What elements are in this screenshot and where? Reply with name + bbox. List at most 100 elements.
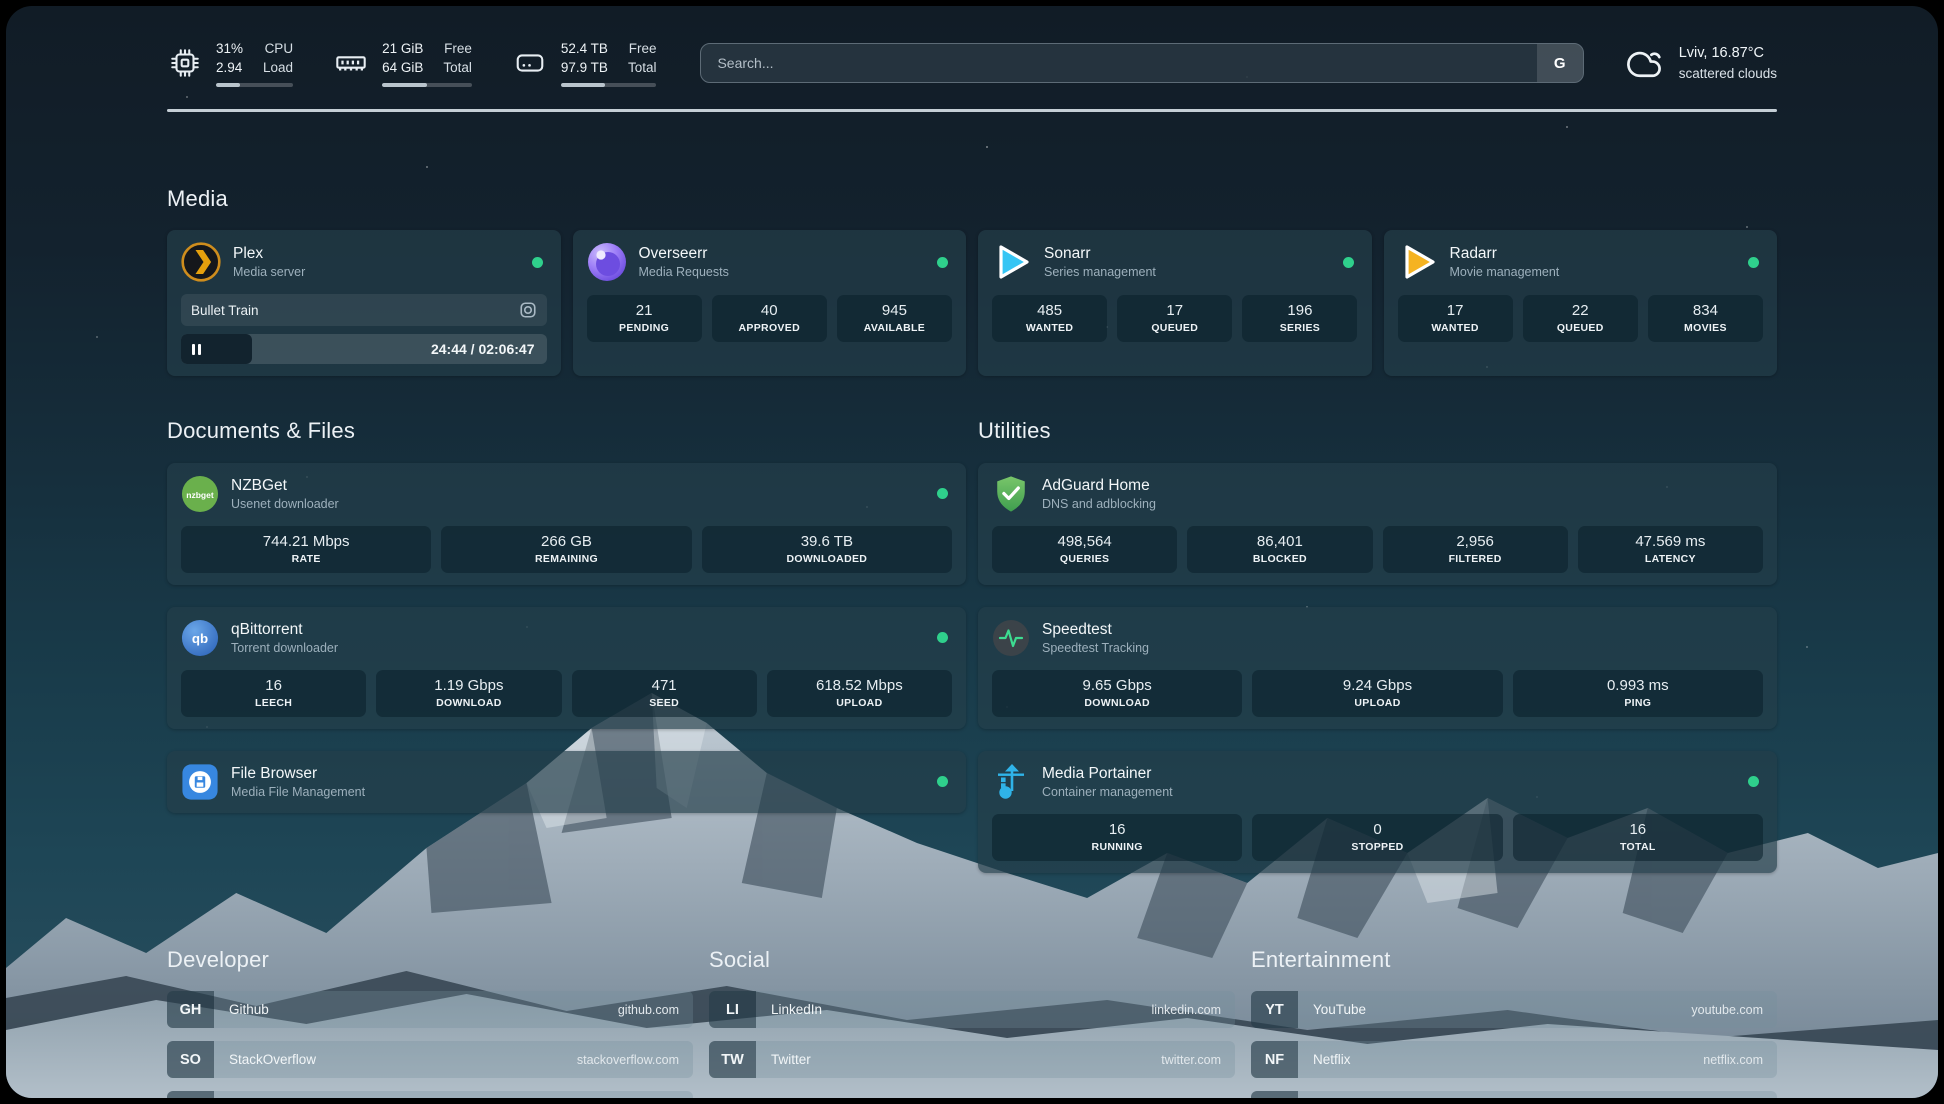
stat-value: 21: [591, 302, 698, 319]
bookmark-youtube[interactable]: YT YouTube youtube.com: [1251, 991, 1777, 1028]
stat-block: 22 QUEUED: [1523, 295, 1638, 342]
bookmark-reddit[interactable]: RE Reddit reddit.com: [1251, 1091, 1777, 1098]
service-title: Sonarr: [1044, 245, 1156, 263]
stat-value: 485: [996, 302, 1103, 319]
stat-block: 945 AVAILABLE: [837, 295, 952, 342]
cpu-icon: [167, 45, 203, 81]
bookmark-url: youtube.com: [1691, 991, 1777, 1028]
stat-block: 618.52 Mbps UPLOAD: [767, 670, 952, 717]
filebrowser-icon: [181, 763, 219, 801]
stat-value: 1.19 Gbps: [380, 677, 557, 694]
bookmark-url: linkedin.com: [1152, 991, 1235, 1028]
weather-location: Lviv, 16.87°C: [1679, 43, 1777, 64]
plex-icon: [181, 242, 221, 282]
stat-block: 485 WANTED: [992, 295, 1107, 342]
memory-total-value: 64 GiB: [382, 59, 423, 78]
status-dot: [1343, 257, 1354, 268]
card-portainer[interactable]: Media Portainer Container management 16 …: [978, 751, 1777, 873]
bookmark-abbr: SO: [167, 1041, 214, 1078]
stat-value: 471: [576, 677, 753, 694]
bookmark-name: Github: [214, 991, 269, 1028]
stat-block: 1.19 Gbps DOWNLOAD: [376, 670, 561, 717]
status-dot: [937, 632, 948, 643]
card-speedtest[interactable]: Speedtest Speedtest Tracking 9.65 Gbps D…: [978, 607, 1777, 729]
bookmark-name: StackOverflow: [214, 1041, 316, 1078]
stat-block: 86,401 BLOCKED: [1187, 526, 1372, 573]
card-plex[interactable]: Plex Media server Bullet Train: [167, 230, 561, 376]
bookmark-linkedin[interactable]: LI LinkedIn linkedin.com: [709, 991, 1235, 1028]
stat-block: 17 QUEUED: [1117, 295, 1232, 342]
view-media-icon[interactable]: [519, 301, 537, 319]
card-nzbget[interactable]: nzbget NZBGet Usenet downloader 74: [167, 463, 966, 585]
stat-label: STOPPED: [1256, 841, 1498, 853]
service-description: Container management: [1042, 785, 1173, 799]
stat-block: 0.993 ms PING: [1513, 670, 1763, 717]
memory-label-top: Free: [443, 40, 472, 59]
stat-block: 47.569 ms LATENCY: [1578, 526, 1763, 573]
stat-value: 266 GB: [445, 533, 687, 550]
stat-label: REMAINING: [445, 553, 687, 565]
memory-label-bottom: Total: [443, 59, 472, 78]
cpu-widget: 31% 2.94 CPU Load: [167, 40, 293, 87]
service-title: Overseerr: [639, 245, 729, 263]
bookmark-url: twitter.com: [1161, 1041, 1235, 1078]
bookmark-twitter[interactable]: TW Twitter twitter.com: [709, 1041, 1235, 1078]
search-input[interactable]: [701, 44, 1536, 82]
stat-value: 196: [1246, 302, 1353, 319]
adguard-icon: [992, 475, 1030, 513]
card-overseerr[interactable]: Overseerr Media Requests 21 PENDING 40 A…: [573, 230, 967, 376]
stat-value: 86,401: [1191, 533, 1368, 550]
stat-block: 17 WANTED: [1398, 295, 1513, 342]
cpu-load-value: 2.94: [216, 59, 243, 78]
stat-value: 47.569 ms: [1582, 533, 1759, 550]
bookmark-abbr: TW: [709, 1041, 756, 1078]
stat-value: 16: [1517, 821, 1759, 838]
bookmark-dev[interactable]: DT DEV dev.to: [167, 1091, 693, 1098]
stat-label: FILTERED: [1387, 553, 1564, 565]
card-adguard[interactable]: AdGuard Home DNS and adblocking 498,564 …: [978, 463, 1777, 585]
weather-widget: Lviv, 16.87°C scattered clouds: [1624, 43, 1777, 84]
search-provider-button[interactable]: G: [1537, 44, 1583, 82]
resource-widgets: 31% 2.94 CPU Load: [167, 40, 656, 87]
stat-block: 16 TOTAL: [1513, 814, 1763, 861]
bookmark-url: stackoverflow.com: [577, 1041, 693, 1078]
stat-block: 21 PENDING: [587, 295, 702, 342]
stat-block: 744.21 Mbps RATE: [181, 526, 431, 573]
bookmark-github[interactable]: GH Github github.com: [167, 991, 693, 1028]
stat-label: RATE: [185, 553, 427, 565]
cpu-usage-value: 31%: [216, 40, 243, 59]
stat-label: MOVIES: [1652, 322, 1759, 334]
section-title-media: Media: [167, 186, 1777, 212]
disk-widget: 52.4 TB 97.9 TB Free Total: [512, 40, 657, 87]
service-description: Movie management: [1450, 265, 1560, 279]
stat-value: 498,564: [996, 533, 1173, 550]
service-description: Speedtest Tracking: [1042, 641, 1149, 655]
stat-block: 498,564 QUERIES: [992, 526, 1177, 573]
card-qbittorrent[interactable]: qb qBittorrent Torrent downloader: [167, 607, 966, 729]
bookmark-stackoverflow[interactable]: SO StackOverflow stackoverflow.com: [167, 1041, 693, 1078]
cpu-label-top: CPU: [263, 40, 293, 59]
header-divider: [167, 109, 1777, 112]
service-title: Plex: [233, 245, 305, 263]
stat-block: 9.65 Gbps DOWNLOAD: [992, 670, 1242, 717]
bookmark-netflix[interactable]: NF Netflix netflix.com: [1251, 1041, 1777, 1078]
bookmark-abbr: GH: [167, 991, 214, 1028]
cloud-icon: [1624, 46, 1664, 80]
disk-icon: [512, 45, 548, 81]
service-description: Usenet downloader: [231, 497, 339, 511]
memory-icon: [333, 45, 369, 81]
card-sonarr[interactable]: Sonarr Series management 485 WANTED 17 Q…: [978, 230, 1372, 376]
stat-label: WANTED: [996, 322, 1103, 334]
svg-text:nzbget: nzbget: [186, 489, 214, 499]
stat-value: 17: [1402, 302, 1509, 319]
service-description: Media File Management: [231, 785, 365, 799]
bookmark-abbr: RE: [1251, 1091, 1298, 1098]
section-title-social: Social: [709, 947, 1235, 973]
search-bar[interactable]: G: [700, 43, 1583, 83]
section-documents: Documents & Files nzbget: [167, 400, 966, 873]
pause-icon: [192, 344, 201, 355]
card-filebrowser[interactable]: File Browser Media File Management: [167, 751, 966, 813]
bookmark-abbr: DT: [167, 1091, 214, 1098]
service-title: Speedtest: [1042, 621, 1149, 639]
card-radarr[interactable]: Radarr Movie management 17 WANTED 22 QUE…: [1384, 230, 1778, 376]
